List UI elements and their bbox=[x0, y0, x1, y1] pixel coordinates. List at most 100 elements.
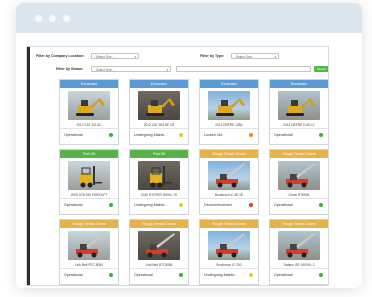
equipment-status: Operational bbox=[60, 269, 118, 282]
equipment-card[interactable]: Rough Terrain Crane Grove RT890E Operation… bbox=[269, 149, 328, 215]
status-indicator-icon bbox=[179, 273, 183, 277]
equipment-photo[interactable] bbox=[278, 91, 320, 120]
equipment-name: Link-Belt RTC-8050 bbox=[60, 262, 118, 269]
equipment-photo-subject bbox=[68, 161, 110, 190]
chevron-down-icon: ▾ bbox=[166, 67, 168, 72]
equipment-card[interactable]: Rough Terrain Crane Broderson IC-80 1E Dec… bbox=[199, 149, 259, 215]
equipment-card[interactable]: Fork lift 2015 HYSTER H50XL-70 Undergoing … bbox=[129, 149, 189, 215]
equipment-photo-subject bbox=[138, 231, 180, 260]
equipment-photo-subject bbox=[68, 231, 110, 260]
equipment-card[interactable]: Excavator 2012 DEERE 135D Locked Out bbox=[199, 79, 259, 145]
search-input[interactable] bbox=[176, 66, 311, 72]
equipment-card[interactable]: Rough Terrain Crane Link-Belt RTC8065 Oper… bbox=[129, 219, 189, 285]
equipment-photo[interactable] bbox=[208, 161, 250, 190]
status-indicator-icon bbox=[319, 203, 323, 207]
equipment-status-label: Operational bbox=[64, 203, 83, 207]
search-button[interactable]: Search bbox=[314, 65, 328, 72]
equipment-photo[interactable] bbox=[138, 161, 180, 190]
type-select[interactable]: - Select One - ▾ bbox=[231, 53, 279, 59]
equipment-photo-subject bbox=[208, 91, 250, 120]
equipment-status-label: Operational bbox=[274, 203, 293, 207]
equipment-photo[interactable] bbox=[68, 161, 110, 190]
window-dot-icon bbox=[35, 15, 42, 22]
chevron-down-icon: ▾ bbox=[274, 54, 276, 59]
equipment-status-label: Locked Out bbox=[204, 133, 223, 137]
equipment-photo-subject bbox=[138, 161, 180, 190]
equipment-name: 2005 JCB 930 FORKLIFT bbox=[60, 192, 118, 199]
equipment-type-header: Excavator bbox=[60, 80, 118, 88]
equipment-photo[interactable] bbox=[278, 231, 320, 260]
equipment-type-header: Excavator bbox=[270, 80, 328, 88]
status-select[interactable]: - Select One - ▾ bbox=[91, 66, 171, 72]
equipment-card[interactable]: Rough Terrain Crane Link-Belt RTC-8050 Ope… bbox=[59, 219, 119, 285]
status-indicator-icon bbox=[109, 203, 113, 207]
equipment-status: Decommissioned bbox=[200, 199, 258, 212]
equipment-name: Grove RT890E bbox=[270, 192, 328, 199]
equipment-name: Tadano GR-1600XL-2 bbox=[270, 262, 328, 269]
window-dot-icon bbox=[63, 15, 70, 22]
equipment-photo-subject bbox=[278, 231, 320, 260]
equipment-type-header: Excavator bbox=[200, 80, 258, 88]
status-indicator-icon bbox=[109, 133, 113, 137]
equipment-status-label: Operational bbox=[64, 133, 83, 137]
equipment-name: 2015 HYSTER H50XL-70 bbox=[130, 192, 188, 199]
equipment-name: Broderson IC 250 bbox=[200, 262, 258, 269]
equipment-card[interactable]: Rough Terrain Crane Broderson IC 250 Under… bbox=[199, 219, 259, 285]
equipment-status-label: Undergoing Mainte... bbox=[134, 133, 168, 137]
equipment-photo-subject bbox=[68, 91, 110, 120]
equipment-type-header: Rough Terrain Crane bbox=[200, 220, 258, 228]
equipment-status: Operational bbox=[60, 199, 118, 212]
equipment-status: Undergoing Mainte... bbox=[200, 269, 258, 282]
equipment-photo[interactable] bbox=[138, 231, 180, 260]
company-location-select-value: - Select One - bbox=[94, 55, 114, 59]
status-indicator-icon bbox=[249, 203, 253, 207]
equipment-status-label: Decommissioned bbox=[204, 203, 232, 207]
equipment-photo-subject bbox=[138, 91, 180, 120]
equipment-name: 2012 DEERE 135D bbox=[200, 122, 258, 129]
equipment-photo-subject bbox=[278, 161, 320, 190]
equipment-photo[interactable] bbox=[138, 91, 180, 120]
status-indicator-icon bbox=[249, 273, 253, 277]
equipment-grid: Excavator 2012 CAT 301.5C Operational Excav… bbox=[59, 79, 328, 285]
equipment-type-header: Rough Terrain Crane bbox=[200, 150, 258, 158]
equipment-type-header: Rough Terrain Crane bbox=[270, 150, 328, 158]
equipment-photo[interactable] bbox=[278, 161, 320, 190]
company-location-select[interactable]: - Select One - ▾ bbox=[91, 53, 139, 59]
sidebar-edge bbox=[27, 47, 30, 285]
equipment-photo-subject bbox=[208, 231, 250, 260]
equipment-photo[interactable] bbox=[208, 91, 250, 120]
equipment-name: 2014 DEERE D 60 LC bbox=[270, 122, 328, 129]
equipment-name: 2012 CAT 301.5C bbox=[60, 122, 118, 129]
equipment-name: Link-Belt RTC8065 bbox=[130, 262, 188, 269]
equipment-status: Undergoing Mainte... bbox=[130, 199, 188, 212]
equipment-card[interactable]: Fork lift 2005 JCB 930 FORKLIFT Operationa… bbox=[59, 149, 119, 215]
chevron-down-icon: ▾ bbox=[134, 54, 136, 59]
equipment-card[interactable]: Excavator 2012 CAT 301.5C Operational bbox=[59, 79, 119, 145]
browser-title-bar bbox=[16, 3, 362, 33]
equipment-photo-subject bbox=[278, 91, 320, 120]
equipment-card[interactable]: Rough Terrain Crane Tadano GR-1600XL-2 Ope… bbox=[269, 219, 328, 285]
equipment-status: Operational bbox=[270, 199, 328, 212]
window-dot-icon bbox=[49, 15, 56, 22]
equipment-photo[interactable] bbox=[68, 91, 110, 120]
type-filter-label: Filter by Type: bbox=[200, 54, 225, 58]
equipment-type-header: Rough Terrain Crane bbox=[60, 220, 118, 228]
equipment-type-header: Fork lift bbox=[130, 150, 188, 158]
status-filter-label: Filter by Status: bbox=[56, 66, 84, 71]
type-select-value: - Select One - bbox=[234, 55, 254, 59]
equipment-photo[interactable] bbox=[68, 231, 110, 260]
equipment-card[interactable]: Excavator 2012 CAT 305.5E CR Undergoing Ma… bbox=[129, 79, 189, 145]
status-indicator-icon bbox=[179, 133, 183, 137]
equipment-type-header: Rough Terrain Crane bbox=[130, 220, 188, 228]
company-location-filter-label: Filter by Company Location: bbox=[36, 54, 85, 58]
status-indicator-icon bbox=[109, 273, 113, 277]
equipment-status: Locked Out bbox=[200, 129, 258, 142]
status-indicator-icon bbox=[179, 203, 183, 207]
status-indicator-icon bbox=[319, 133, 323, 137]
equipment-photo[interactable] bbox=[208, 231, 250, 260]
status-indicator-icon bbox=[319, 273, 323, 277]
equipment-type-header: Excavator bbox=[130, 80, 188, 88]
equipment-dashboard: Filter by Company Location: - Select One… bbox=[26, 46, 329, 286]
equipment-status-label: Undergoing Mainte... bbox=[204, 273, 238, 277]
equipment-card[interactable]: Excavator 2014 DEERE D 60 LC Operational bbox=[269, 79, 328, 145]
